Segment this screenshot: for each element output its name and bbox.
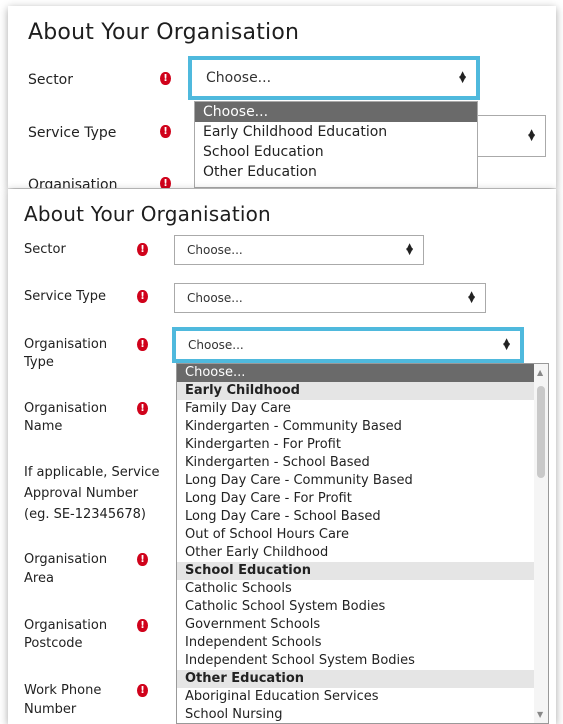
service-type-select[interactable]: Choose... ▲ ▼ [174,283,486,313]
org-type-option[interactable]: Kindergarten - Community Based [177,418,534,436]
options-scrollbar[interactable]: ▲ ▼ [534,364,548,723]
required-icon: ! [137,684,148,697]
service-approval-label-line2: Approval Number [24,486,139,501]
sector-option[interactable]: Early Childhood Education [195,122,477,142]
sector-select[interactable]: Choose... ▲ ▼ [188,56,480,100]
option-group-header: School Education [177,562,534,580]
org-type-option[interactable]: School Nursing [177,706,534,724]
organisation-form-panel: About Your Organisation Sector ! Choose.… [8,189,556,724]
section-heading: About Your Organisation [28,20,300,45]
service-type-label: Service Type [28,125,117,141]
required-icon: ! [137,290,148,303]
sector-select-value: Choose... [187,243,243,257]
required-icon: ! [137,553,148,566]
org-type-label-line2: Type [24,355,54,370]
org-type-select[interactable]: Choose... ▲ ▼ [172,327,524,363]
org-type-option[interactable]: Choose... [177,364,534,382]
required-icon: ! [137,243,148,256]
scroll-up-icon[interactable]: ▲ [537,368,543,377]
organisation-label: Organisation [28,177,118,188]
required-icon: ! [160,72,171,85]
sector-label: Sector [28,72,74,88]
org-type-option[interactable]: Catholic Schools [177,580,534,598]
option-group-header: Other Education [177,670,534,688]
org-type-option[interactable]: Out of School Hours Care [177,526,534,544]
org-type-options: Choose... Early Childhood Family Day Care K… [177,364,534,724]
org-type-option[interactable]: Long Day Care - For Profit [177,490,534,508]
up-down-arrows-icon: ▲ ▼ [503,337,510,352]
service-approval-label-line1: If applicable, Service [24,465,160,480]
org-area-label-line1: Organisation [24,552,108,567]
required-icon: ! [137,619,148,632]
org-type-option[interactable]: Kindergarten - School Based [177,454,534,472]
section-heading: About Your Organisation [24,202,271,226]
sector-option[interactable]: Other Education [195,162,477,182]
up-down-arrows-icon: ▲ ▼ [459,70,466,85]
service-approval-label-line3: (eg. SE-12345678) [24,507,146,522]
org-name-label-line2: Name [24,419,63,434]
org-type-select-value: Choose... [188,338,244,352]
up-down-arrows-icon: ▲ ▼ [528,128,535,143]
scroll-down-icon[interactable]: ▼ [537,710,543,719]
org-area-label-line2: Area [24,571,54,586]
org-type-option[interactable]: Kindergarten - For Profit [177,436,534,454]
required-icon: ! [160,125,171,138]
required-icon: ! [137,402,148,415]
org-type-option[interactable]: Long Day Care - Community Based [177,472,534,490]
sector-options-list[interactable]: Choose... Early Childhood Education School… [194,101,478,188]
org-type-option[interactable]: Other Early Childhood [177,544,534,562]
sector-select-value: Choose... [206,70,272,86]
service-type-select-value: Choose... [187,291,243,305]
org-type-option[interactable]: Government Schools [177,616,534,634]
required-icon: ! [137,338,148,351]
org-type-option[interactable]: Aboriginal Education Services [177,688,534,706]
org-type-option[interactable]: Family Day Care [177,400,534,418]
org-name-label-line1: Organisation [24,401,108,416]
sector-select[interactable]: Choose... ▲ ▼ [174,235,424,265]
scrollbar-thumb[interactable] [537,386,545,478]
org-postcode-label-line2: Postcode [24,636,83,651]
org-type-option[interactable]: Independent School System Bodies [177,652,534,670]
service-type-label: Service Type [24,289,107,304]
org-type-options-list[interactable]: Choose... Early Childhood Family Day Care K… [176,363,549,724]
org-type-option[interactable]: Catholic School System Bodies [177,598,534,616]
option-group-header: Early Childhood [177,382,534,400]
org-postcode-label-line1: Organisation [24,618,108,633]
org-type-label-line1: Organisation [24,337,108,352]
sector-label: Sector [24,242,66,257]
org-type-option[interactable]: Independent Schools [177,634,534,652]
org-type-option[interactable]: Long Day Care - School Based [177,508,534,526]
phone-label-line1: Work Phone [24,683,102,698]
up-down-arrows-icon: ▲ ▼ [468,290,475,305]
up-down-arrows-icon: ▲ ▼ [406,242,413,257]
sector-option[interactable]: School Education [195,142,477,162]
phone-label-line2: Number [24,702,77,717]
sector-dropdown-panel: About Your Organisation Sector ! Choose.… [8,6,556,188]
required-icon: ! [160,177,171,188]
sector-option[interactable]: Choose... [195,102,477,122]
